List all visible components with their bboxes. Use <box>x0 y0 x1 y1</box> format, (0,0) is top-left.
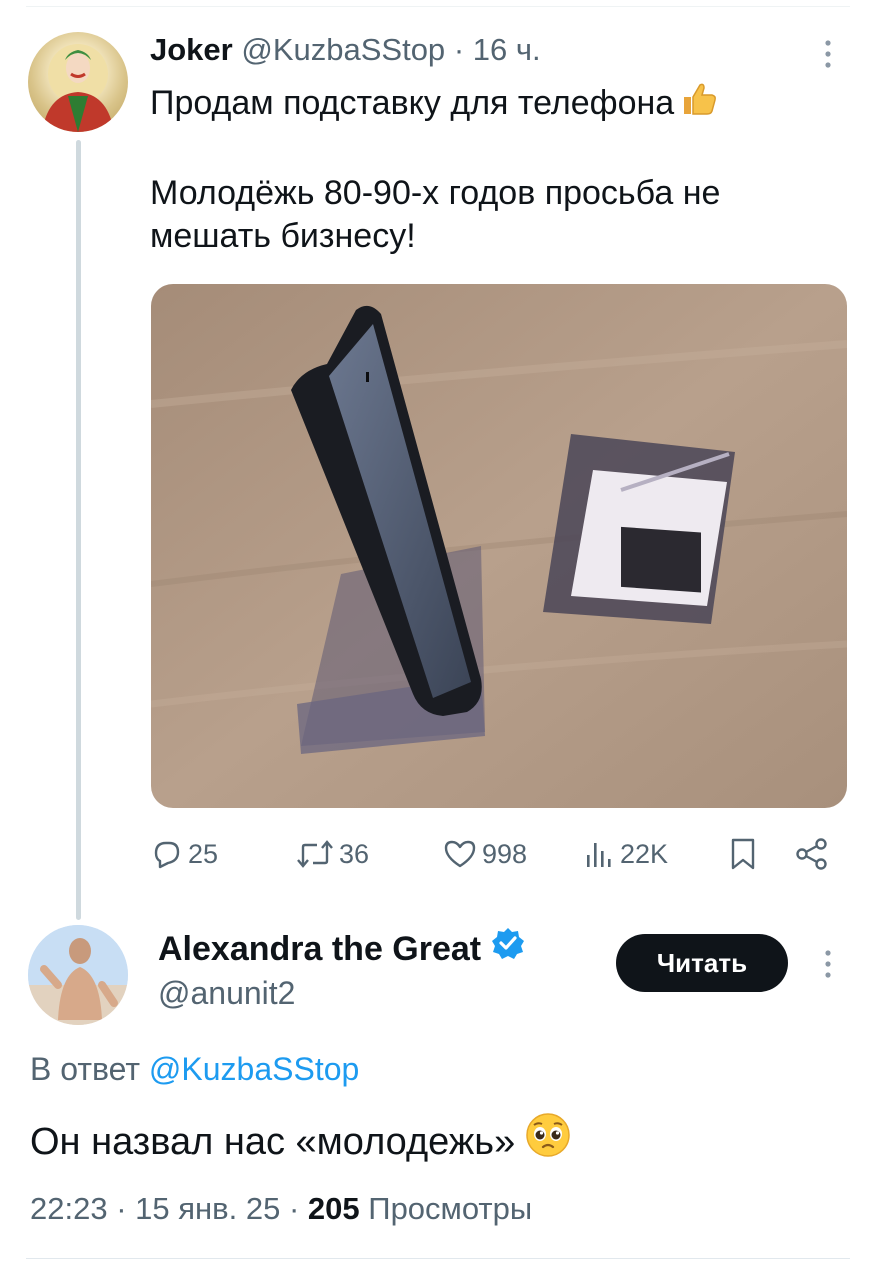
author-handle[interactable]: @KuzbaSStop <box>241 32 445 67</box>
pleading-face-icon <box>525 1112 571 1172</box>
reply-to-prefix: В ответ <box>30 1051 141 1087</box>
reply-time[interactable]: 22:23 <box>30 1191 108 1226</box>
reply-author-avatar[interactable] <box>28 925 128 1025</box>
tweet-header: Joker @KuzbaSStop · 16 ч. <box>150 30 541 70</box>
analytics-icon <box>587 843 611 867</box>
reply-views-count: 205 <box>307 1191 360 1226</box>
repost-button[interactable]: 36 <box>295 832 369 876</box>
reply-author-name[interactable]: Alexandra the Great <box>158 927 481 971</box>
more-options-icon[interactable] <box>818 946 838 982</box>
reply-button[interactable]: 25 <box>150 832 218 876</box>
bookmark-icon <box>731 838 755 870</box>
views-count: 22K <box>620 838 669 869</box>
reply-views-label: Просмотры <box>368 1191 533 1226</box>
like-count: 998 <box>482 838 528 869</box>
bottom-divider <box>26 1258 850 1259</box>
thread-connector <box>76 140 81 920</box>
thumbs-up-icon <box>680 80 718 129</box>
repost-count: 36 <box>339 838 370 869</box>
heart-icon <box>444 840 476 868</box>
top-divider <box>26 6 850 7</box>
reply-author-handle[interactable]: @anunit2 <box>158 972 295 1014</box>
tweet-text: Продам подставку для телефона Молодёжь 8… <box>150 80 830 258</box>
tweet-time[interactable]: 16 ч. <box>473 32 541 67</box>
like-button[interactable]: 998 <box>442 832 527 876</box>
reply-to-line: В ответ @KuzbaSStop <box>30 1048 359 1090</box>
reply-date[interactable]: 15 янв. 25 <box>135 1191 280 1226</box>
author-avatar[interactable] <box>28 32 128 132</box>
views-button[interactable]: 22K <box>582 832 668 876</box>
tweet-text-line1: Продам подставку для телефона <box>150 84 675 122</box>
meta-separator: · <box>288 1191 300 1226</box>
share-button[interactable] <box>794 832 830 876</box>
reply-text-row: Он назвал нас «молодежь» <box>30 1112 571 1172</box>
meta-separator: · <box>116 1191 127 1226</box>
tweet-photo[interactable] <box>151 284 847 808</box>
verified-badge-icon[interactable] <box>491 926 525 971</box>
author-name[interactable]: Joker <box>150 32 233 67</box>
repost-icon <box>297 840 333 868</box>
tweet-actions: 25 36 998 22K <box>150 832 840 876</box>
reply-meta: 22:23 · 15 янв. 25 · 205 Просмотры <box>30 1188 532 1230</box>
reply-author-name-row: Alexandra the Great <box>158 926 525 971</box>
more-options-icon[interactable] <box>818 36 838 72</box>
bookmark-button[interactable] <box>728 832 758 876</box>
reply-text: Он назвал нас «молодежь» <box>30 1121 516 1163</box>
reply-icon <box>154 841 180 869</box>
follow-button[interactable]: Читать <box>616 934 788 992</box>
share-icon <box>796 838 827 870</box>
separator-dot: · <box>453 32 465 67</box>
tweet-text-line2: Молодёжь 80-90-х годов просьба не мешать… <box>150 174 721 255</box>
reply-count: 25 <box>188 838 219 869</box>
reply-to-handle-link[interactable]: @KuzbaSStop <box>149 1051 359 1087</box>
